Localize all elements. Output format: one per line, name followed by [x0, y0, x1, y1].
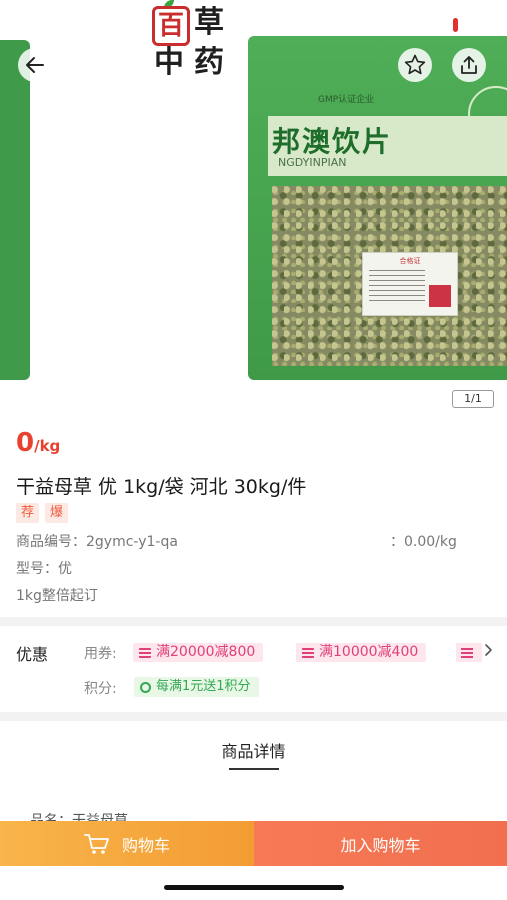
- chevron-right-icon[interactable]: [484, 643, 494, 657]
- add-to-cart-label: 加入购物车: [340, 835, 421, 855]
- promo-title: 优惠: [16, 645, 49, 664]
- home-indicator-area: [0, 866, 507, 900]
- coupon-1-text: 满20000减800: [156, 644, 256, 660]
- certificate-title: 合格证: [399, 257, 421, 265]
- package-brand-sub: NGDYINPIAN: [278, 156, 347, 169]
- points-label: 积分:: [84, 681, 117, 697]
- product-model: 型号：优: [16, 558, 72, 578]
- share-button[interactable]: [452, 48, 486, 82]
- min-order-quantity: 1kg整倍起订: [16, 588, 98, 604]
- coupon-1[interactable]: 满20000减800: [133, 643, 264, 662]
- product-model-label: 型号：: [16, 561, 58, 577]
- app-logo: 百 草 中 药: [150, 0, 232, 84]
- coupon-3-partial[interactable]: [456, 643, 482, 662]
- price: 0/kg: [16, 428, 60, 458]
- coupon-label: 用券:: [84, 646, 117, 662]
- bottom-action-bar: 购物车 加入购物车: [0, 821, 507, 866]
- points-icon: [140, 681, 151, 693]
- gmp-label: GMP认证企业: [318, 95, 375, 105]
- product-code: 商品编号：2gymc-y1-qa: [16, 531, 178, 551]
- home-indicator[interactable]: [164, 885, 344, 890]
- product-image-carousel[interactable]: GMP认证企业 邦澳饮片 NGDYINPIAN 合格证 百 草 中 药 1/1: [0, 0, 507, 410]
- unit-price: ：0.00/kg: [390, 534, 457, 550]
- product-tags: 荐 爆: [16, 503, 69, 523]
- tag-hot: 爆: [45, 503, 69, 523]
- section-divider: [0, 712, 507, 721]
- product-image-prev: [0, 40, 30, 380]
- product-code-label: 商品编号：: [16, 534, 86, 550]
- cart-icon: [84, 833, 109, 854]
- coupon-2[interactable]: 满10000减400: [296, 643, 427, 662]
- image-pager: 1/1: [452, 390, 494, 408]
- tag-recommend: 荐: [16, 503, 40, 523]
- points-badge: 每满1元送1积分: [134, 677, 259, 697]
- product-image[interactable]: GMP认证企业 邦澳饮片 NGDYINPIAN 合格证: [248, 36, 507, 380]
- share-icon: [461, 56, 477, 74]
- coupon-icon: [302, 647, 314, 658]
- back-button[interactable]: [18, 48, 52, 82]
- back-arrow-icon: [26, 57, 44, 73]
- coupon-icon: [139, 647, 151, 658]
- coupon-2-text: 满10000减400: [319, 644, 419, 660]
- certificate-label: 合格证: [362, 252, 458, 316]
- coupon-icon: [461, 647, 473, 658]
- detail-tab-title[interactable]: 商品详情: [0, 738, 507, 762]
- cart-button-label: 购物车: [121, 835, 170, 855]
- logo-char-4: 药: [194, 45, 224, 80]
- star-icon: [404, 54, 426, 75]
- price-value: 0: [16, 428, 35, 458]
- product-model-value: 优: [58, 561, 72, 577]
- notification-dot: [453, 18, 458, 32]
- add-to-cart-button[interactable]: 加入购物车: [254, 821, 507, 866]
- detail-tab-underline: [229, 768, 279, 770]
- price-unit: /kg: [34, 437, 61, 455]
- package-brand: 邦澳饮片: [272, 125, 393, 158]
- logo-char-1: 百: [152, 6, 190, 46]
- points-text: 每满1元送1积分: [156, 679, 251, 694]
- section-divider: [0, 617, 507, 626]
- cart-button[interactable]: 购物车: [0, 821, 254, 866]
- logo-char-2: 草: [194, 5, 224, 40]
- favorite-button[interactable]: [398, 48, 432, 82]
- product-title: 干益母草 优 1kg/袋 河北 30kg/件: [16, 476, 307, 498]
- product-code-value: 2gymc-y1-qa: [86, 534, 178, 550]
- logo-char-3: 中: [154, 45, 184, 80]
